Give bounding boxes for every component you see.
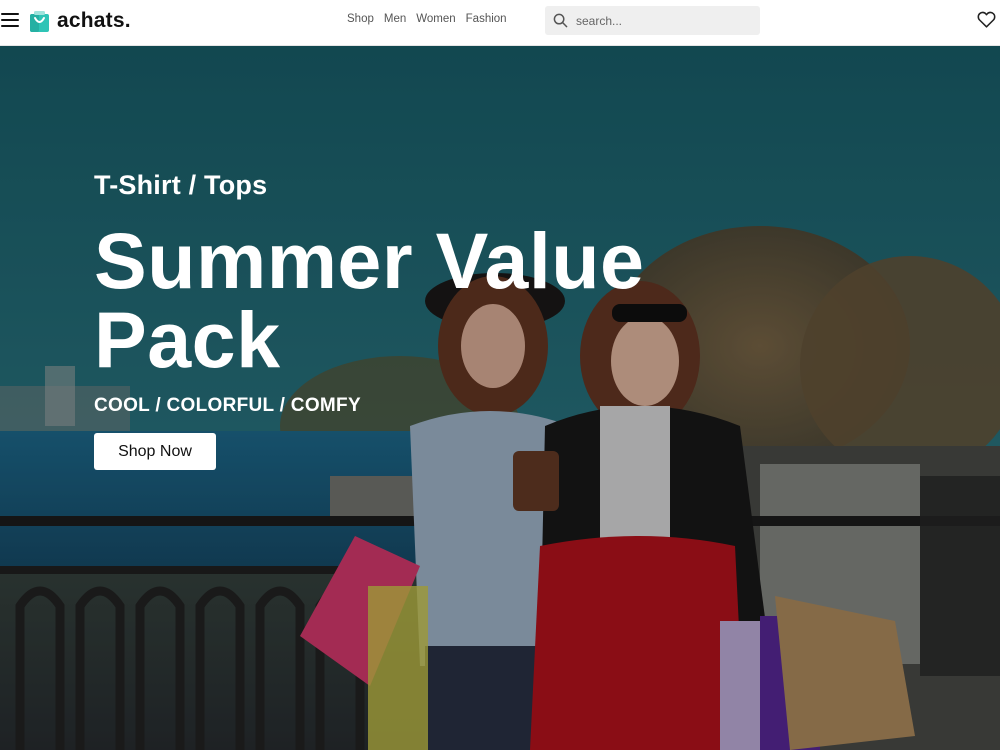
search-input[interactable] xyxy=(576,13,756,28)
nav-link-men[interactable]: Men xyxy=(384,13,406,25)
shop-now-button[interactable]: Shop Now xyxy=(94,433,216,470)
brand-name: achats. xyxy=(57,9,131,32)
hero-tagline: COOL / COLORFUL / COMFY xyxy=(94,395,361,416)
shopping-bag-logo-icon xyxy=(30,10,49,32)
hero-subtitle: T-Shirt / Tops xyxy=(94,170,268,200)
hero-banner: T-Shirt / Tops Summer Value Pack COOL / … xyxy=(0,46,1000,750)
main-nav: Shop Men Women Fashion xyxy=(347,13,507,25)
nav-link-women[interactable]: Women xyxy=(416,13,455,25)
heart-icon[interactable] xyxy=(977,11,996,28)
nav-link-fashion[interactable]: Fashion xyxy=(466,13,507,25)
brand-logo[interactable]: achats. xyxy=(30,7,131,35)
site-header: achats. Shop Men Women Fashion xyxy=(0,0,1000,46)
hamburger-menu-icon[interactable] xyxy=(1,12,21,28)
hero-headline: Summer Value Pack xyxy=(94,216,645,384)
search-bar xyxy=(545,6,760,35)
nav-link-shop[interactable]: Shop xyxy=(347,13,374,25)
hero-content: T-Shirt / Tops Summer Value Pack COOL / … xyxy=(94,170,714,470)
search-icon[interactable] xyxy=(553,13,568,28)
